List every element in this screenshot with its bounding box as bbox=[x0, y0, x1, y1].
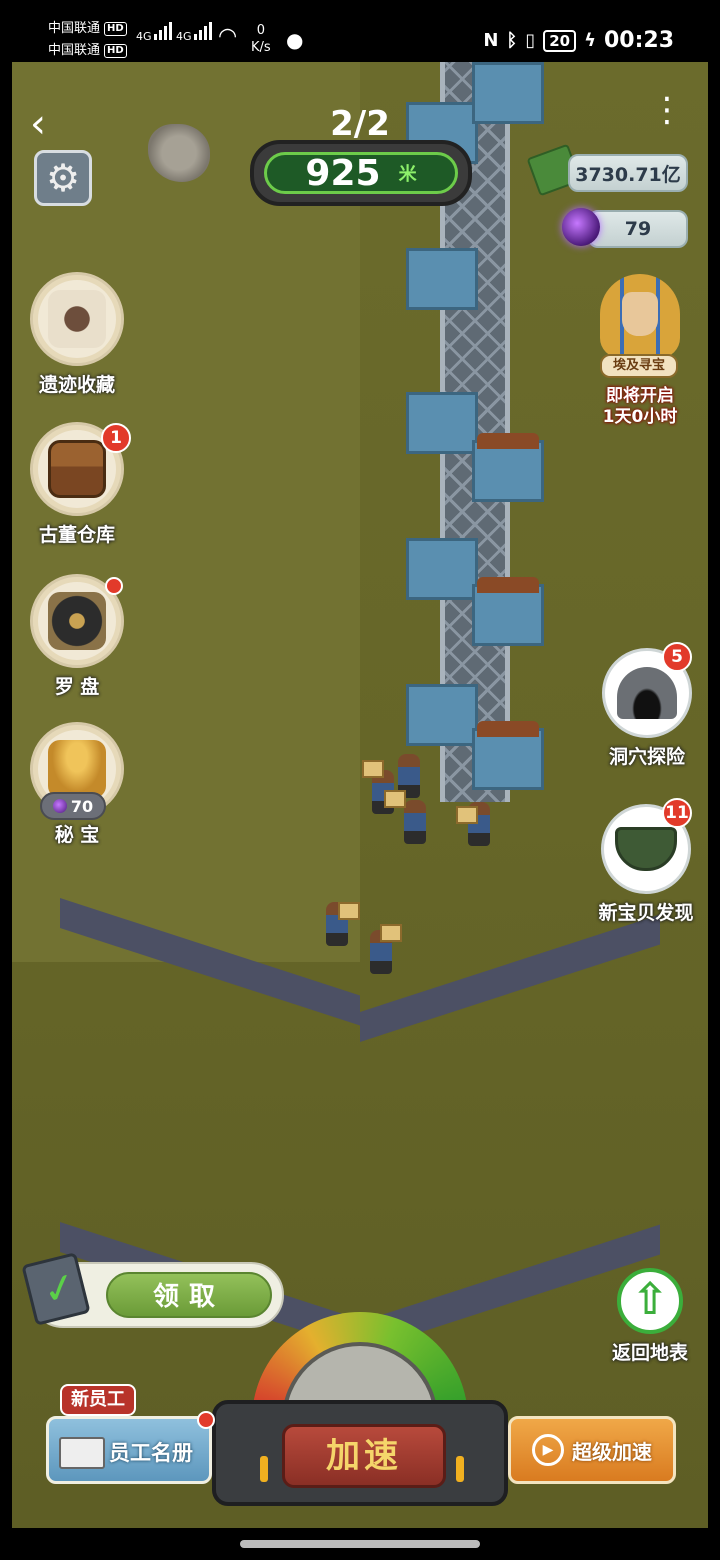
battery-indicator: 20 bbox=[543, 29, 577, 52]
purple-orb-icon bbox=[562, 208, 600, 246]
relics-collection-button[interactable]: 遗迹收藏 bbox=[22, 272, 132, 397]
network-type-2: 4G bbox=[176, 30, 192, 43]
ore-crate bbox=[472, 577, 544, 646]
money-amount: 3730.71亿 bbox=[575, 163, 681, 186]
secret-cost-value: 70 bbox=[70, 796, 94, 816]
event-status: 即将开启 1天0小时 bbox=[584, 386, 696, 428]
secret-treasure-cost: 70 bbox=[40, 792, 106, 820]
signal-icon-2: 4G bbox=[176, 22, 212, 43]
id-card-icon bbox=[59, 1437, 105, 1469]
elevator-crate bbox=[406, 248, 478, 310]
arrow-up-icon: ⇧ bbox=[617, 1268, 683, 1334]
cave-label: 洞穴探险 bbox=[608, 746, 685, 768]
nfc-icon: N bbox=[483, 30, 499, 51]
bluetooth-icon: ᛒ bbox=[506, 30, 518, 51]
new-staff-tag: 新员工 bbox=[60, 1384, 136, 1416]
network-type: 4G bbox=[136, 30, 152, 43]
compass-icon bbox=[48, 592, 106, 650]
gear-icon: ⚙ bbox=[45, 156, 81, 200]
pot-icon bbox=[615, 827, 677, 871]
speed-up-button[interactable]: 加速 bbox=[282, 1424, 446, 1488]
treasure-chest-icon bbox=[48, 440, 106, 498]
event-name: 埃及寻宝 bbox=[600, 354, 678, 378]
settings-button[interactable]: ⚙ bbox=[34, 150, 92, 206]
depth-unit: 米 bbox=[398, 164, 417, 185]
new-discovery-label: 新宝贝发现 bbox=[598, 902, 694, 924]
claim-panel: 领取 bbox=[21, 1252, 284, 1328]
orb-icon bbox=[52, 799, 67, 813]
money-display[interactable]: 3730.71亿 bbox=[568, 154, 688, 192]
hd-badge-2: HD bbox=[104, 44, 127, 58]
network-speed: 0 K/s bbox=[251, 22, 271, 56]
super-speed-button[interactable]: ▶ 超级加速 bbox=[508, 1416, 676, 1484]
buddha-statue-icon bbox=[48, 740, 106, 798]
fossil-icon bbox=[48, 290, 106, 348]
cargo-box bbox=[362, 760, 384, 778]
red-dot-indicator bbox=[105, 577, 123, 595]
cargo-box bbox=[456, 806, 478, 824]
staff-roster-label: 员工名册 bbox=[109, 1441, 193, 1465]
back-button[interactable]: ‹ bbox=[30, 104, 60, 144]
carrier-1: 中国联通 bbox=[48, 21, 101, 36]
console-light bbox=[260, 1456, 268, 1482]
antique-warehouse-button[interactable]: 1 古董仓库 bbox=[22, 422, 132, 547]
secret-treasure-label: 秘 宝 bbox=[54, 824, 100, 846]
console-light bbox=[456, 1456, 464, 1482]
clock: 00:23 bbox=[603, 28, 674, 53]
event-status-line-1: 即将开启 bbox=[606, 386, 674, 406]
ore-crate bbox=[472, 721, 544, 790]
notification-badge: 5 bbox=[662, 642, 692, 672]
compass-label: 罗 盘 bbox=[54, 676, 100, 698]
relics-label: 遗迹收藏 bbox=[38, 374, 115, 396]
carrier-2: 中国联通 bbox=[48, 43, 101, 58]
gem-amount: 79 bbox=[624, 218, 652, 240]
more-menu-button[interactable]: ⋮ bbox=[650, 93, 684, 127]
elevator-crate bbox=[472, 62, 544, 124]
status-right: N ᛒ ▯ 20 ϟ 00:23 bbox=[483, 28, 674, 53]
antique-warehouse-label: 古董仓库 bbox=[38, 524, 115, 546]
play-icon: ▶ bbox=[532, 1434, 564, 1466]
compass-button[interactable]: 罗 盘 bbox=[22, 574, 132, 699]
carrier-info: 中国联通 HD 中国联通 HD bbox=[48, 18, 127, 62]
home-indicator[interactable] bbox=[240, 1540, 480, 1548]
notification-badge: 1 bbox=[101, 423, 131, 453]
cargo-box bbox=[338, 902, 360, 920]
hd-badge: HD bbox=[104, 22, 127, 36]
speed-unit: K/s bbox=[251, 40, 271, 55]
event-countdown: 1天0小时 bbox=[602, 407, 678, 427]
return-surface-label: 返回地表 bbox=[611, 1342, 688, 1364]
depth-display: 925 米 bbox=[250, 140, 472, 206]
claim-button[interactable]: 领取 bbox=[106, 1272, 272, 1318]
cave-icon bbox=[617, 667, 677, 719]
red-dot-indicator bbox=[197, 1411, 215, 1429]
page-indicator: 2/2 bbox=[330, 104, 390, 144]
egypt-event-button[interactable]: 埃及寻宝 bbox=[592, 274, 688, 380]
miner-worker[interactable] bbox=[404, 800, 426, 844]
app-notification-icon: ● bbox=[286, 28, 304, 52]
speed-value: 0 bbox=[256, 23, 265, 38]
gem-display[interactable]: 79 bbox=[588, 210, 688, 248]
cargo-box bbox=[384, 790, 406, 808]
vibrate-icon: ▯ bbox=[525, 30, 536, 51]
rock-stratum-2 bbox=[360, 914, 660, 1042]
speed-console: 加速 bbox=[212, 1400, 508, 1506]
staff-roster-button[interactable]: 员工名册 bbox=[46, 1411, 215, 1484]
secret-treasure-button[interactable]: 秘 宝 bbox=[22, 722, 132, 847]
wifi-icon: ◠ bbox=[218, 24, 238, 49]
charging-icon: ϟ bbox=[584, 30, 596, 51]
super-speed-label: 超级加速 bbox=[572, 1439, 652, 1464]
new-discovery-button[interactable]: 11 新宝贝发现 bbox=[584, 798, 708, 925]
cave-expedition-button[interactable]: 5 洞穴探险 bbox=[592, 642, 702, 769]
elevator-crate bbox=[406, 392, 478, 454]
elevator-crate bbox=[406, 538, 478, 600]
return-surface-button[interactable]: ⇧ 返回地表 bbox=[598, 1268, 702, 1365]
cargo-box bbox=[380, 924, 402, 942]
ore-crate bbox=[472, 433, 544, 502]
status-bar: 中国联通 HD 中国联通 HD 4G 4G ◠ 0 K/s ● N ᛒ ▯ 20 ϟ … bbox=[0, 0, 720, 62]
notification-badge: 11 bbox=[662, 798, 692, 828]
pharaoh-icon bbox=[600, 274, 680, 358]
depth-value: 925 bbox=[305, 152, 381, 194]
signal-icon: 4G bbox=[136, 22, 172, 43]
elevator-crate bbox=[406, 684, 478, 746]
